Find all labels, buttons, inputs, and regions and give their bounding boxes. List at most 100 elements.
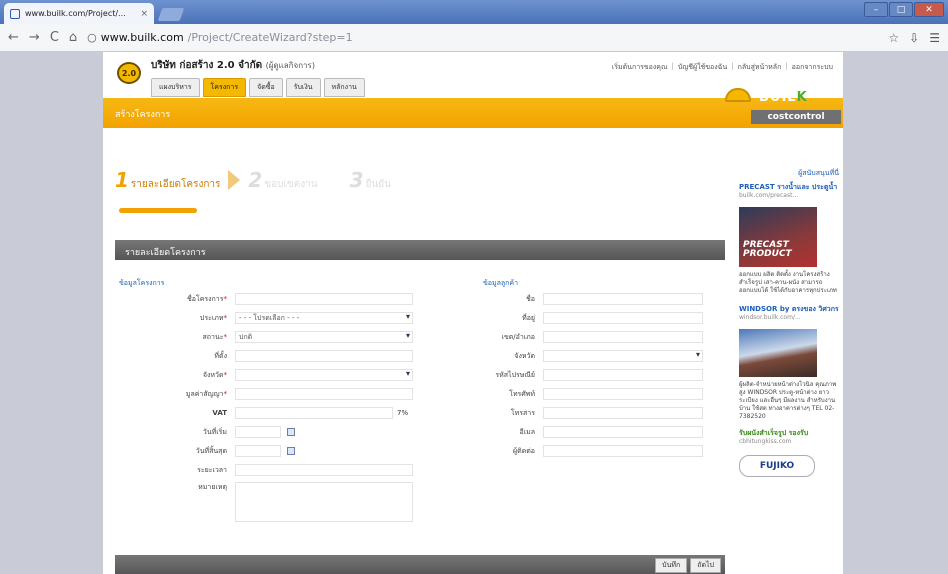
sponsor-sidebar: ผู้สนับสนุนที่นี่ PRECAST รางน้ำและ ประต…	[739, 168, 839, 477]
field-address: ที่อยู่	[463, 311, 703, 325]
field-project-name: ชื่อโครงการ*	[115, 292, 413, 306]
duration-input[interactable]	[235, 464, 413, 476]
status-select[interactable]: ปกติ	[235, 331, 413, 343]
project-name-input[interactable]	[235, 293, 413, 305]
ad-title-precast[interactable]: PRECAST รางน้ำและ ประตูน้ำ	[739, 183, 839, 192]
district-input[interactable]	[543, 331, 703, 343]
ad-image-precast[interactable]: PRECAST PRODUCT	[739, 207, 817, 267]
email-input[interactable]	[543, 426, 703, 438]
link-logout[interactable]: ออกจากระบบ	[792, 62, 833, 73]
ad-url-wall[interactable]: cbhitungkiss.com	[739, 438, 839, 445]
end-calendar-icon[interactable]	[287, 447, 295, 455]
wizard-step-2: 2 ขอบเขตงาน	[248, 168, 318, 192]
minimize-icon[interactable]: –	[864, 2, 888, 17]
field-vat: VAT 7%	[212, 407, 409, 419]
contract-value-input[interactable]	[235, 388, 413, 400]
section-header: รายละเอียดโครงการ	[115, 240, 725, 260]
address-input[interactable]	[543, 312, 703, 324]
builk-logo: BUILK costcontrol	[725, 86, 843, 128]
location-input[interactable]	[235, 350, 413, 362]
field-fax: โทรสาร	[463, 406, 703, 420]
tab-close-icon[interactable]: ×	[140, 9, 148, 19]
link-my-account[interactable]: บัญชีผู้ใช้ของฉัน	[678, 62, 727, 73]
menu-projects[interactable]: โครงการ	[202, 78, 247, 97]
menu-purchase[interactable]: จัดซื้อ	[249, 78, 283, 97]
wizard-step-1: 1 รายละเอียดโครงการ	[115, 168, 221, 192]
browser-tab[interactable]: www.builk.com/Project/... ×	[4, 3, 154, 24]
field-start-date: วันที่เริ่ม	[115, 425, 295, 439]
field-phone: โทรศัพท์	[463, 387, 703, 401]
window-controls: – □ ✕	[864, 2, 944, 17]
reload-icon[interactable]: C	[50, 30, 59, 45]
ad-image-windsor[interactable]	[739, 329, 817, 377]
menu-dashboard[interactable]: แผงบริหาร	[151, 78, 200, 97]
link-getting-started[interactable]: เริ่มต้นการของคุณ	[612, 62, 668, 73]
ad-url-precast[interactable]: builk.com/precast...	[739, 192, 839, 199]
field-duration: ระยะเวลา	[115, 463, 413, 477]
type-select[interactable]: - - - โปรดเลือก - - -	[235, 312, 413, 324]
notes-textarea[interactable]	[235, 482, 413, 522]
close-window-icon[interactable]: ✕	[914, 2, 944, 17]
customer-province-select[interactable]	[543, 350, 703, 362]
site-logo[interactable]: 2.0	[117, 62, 141, 84]
sponsor-header[interactable]: ผู้สนับสนุนที่นี่	[739, 168, 839, 179]
contact-input[interactable]	[543, 445, 703, 457]
menu-income[interactable]: รับเงิน	[285, 78, 321, 97]
vat-input[interactable]	[235, 407, 393, 419]
field-district: เขต/อำเภอ	[463, 330, 703, 344]
ad-desc-precast: ออกแบบ ผลิต ติดตั้ง งานโครงสร้างสำเร็จรู…	[739, 271, 837, 294]
postcode-input[interactable]	[543, 369, 703, 381]
customer-name-input[interactable]	[543, 293, 703, 305]
field-contact: ผู้ติดต่อ	[463, 444, 703, 458]
ad-title-wall[interactable]: รับผนังสำเร็จรูป รองรับ	[739, 429, 839, 438]
wizard-progress-bar	[119, 208, 197, 213]
url-host: www.builk.com	[100, 31, 184, 44]
home-icon[interactable]: ⌂	[69, 30, 77, 45]
wizard-step-3: 3 ยืนยัน	[349, 168, 391, 192]
field-province: จังหวัด*	[115, 368, 413, 382]
province-select[interactable]	[235, 369, 413, 381]
toolbar-icons: ☆ ⇩ ☰	[888, 31, 940, 45]
next-button[interactable]: ถัดไป	[690, 558, 721, 573]
ad-title-windsor[interactable]: WINDSOR by ตรงของ วิศวกร	[739, 305, 839, 314]
save-button[interactable]: บันทึก	[655, 558, 688, 573]
fujiko-logo[interactable]: FUJIKO	[739, 455, 815, 477]
browser-tab-strip: www.builk.com/Project/... × – □ ✕	[0, 0, 948, 24]
helmet-icon	[725, 88, 751, 102]
end-date-input[interactable]	[235, 445, 281, 457]
bookmark-star-icon[interactable]: ☆	[888, 31, 899, 45]
fax-input[interactable]	[543, 407, 703, 419]
link-home[interactable]: กลับสู่หน้าหลัก	[738, 62, 782, 73]
new-tab-button[interactable]	[157, 8, 185, 21]
company-name: บริษัท ก่อสร้าง 2.0 จำกัด (ผู้ดูแลกิจการ…	[151, 60, 315, 71]
form-footer-bar: บันทึก ถัดไป	[115, 555, 725, 574]
vat-percent: 7%	[397, 409, 409, 417]
field-customer-province: จังหวัด	[463, 349, 703, 363]
customer-info-heading: ข้อมูลลูกค้า	[483, 279, 519, 287]
menu-icon[interactable]: ☰	[929, 31, 940, 45]
download-icon[interactable]: ⇩	[909, 31, 919, 45]
main-menu: แผงบริหาร โครงการ จัดซื้อ รับเงิน หลักงา…	[151, 78, 365, 97]
field-location: ที่ตั้ง	[115, 349, 413, 363]
field-status: สถานะ* ปกติ	[115, 330, 413, 344]
start-calendar-icon[interactable]	[287, 428, 295, 436]
address-bar[interactable]: ○ www.builk.com/Project/CreateWizard?ste…	[87, 31, 352, 44]
field-email: อีเมล	[463, 425, 703, 439]
url-path: /Project/CreateWizard?step=1	[187, 31, 353, 44]
web-page: 2.0 บริษัท ก่อสร้าง 2.0 จำกัด (ผู้ดูแลกิ…	[103, 52, 843, 574]
wizard-steps: 1 รายละเอียดโครงการ 2 ขอบเขตงาน 3 ยืนยัน	[115, 168, 391, 192]
ad-url-windsor[interactable]: windsor.builk.com/...	[739, 314, 839, 321]
top-links: เริ่มต้นการของคุณ | บัญชีผู้ใช้ของฉัน | กล…	[611, 62, 833, 73]
field-contract-value: มูลค่าสัญญา*	[115, 387, 413, 401]
field-notes: หมายเหตุ	[115, 482, 413, 522]
ad-desc-windsor: ผู้ผลิต-จำหน่ายหน้าต่างไวนิล คุณภาพสูง W…	[739, 381, 837, 420]
phone-input[interactable]	[543, 388, 703, 400]
menu-staff[interactable]: หลักงาน	[323, 78, 365, 97]
back-icon[interactable]: ←	[8, 30, 19, 45]
forward-icon[interactable]: →	[29, 30, 40, 45]
field-end-date: วันที่สิ้นสุด	[115, 444, 295, 458]
tab-title: www.builk.com/Project/...	[25, 9, 126, 18]
page-icon: ○	[87, 31, 97, 44]
maximize-icon[interactable]: □	[889, 2, 913, 17]
start-date-input[interactable]	[235, 426, 281, 438]
